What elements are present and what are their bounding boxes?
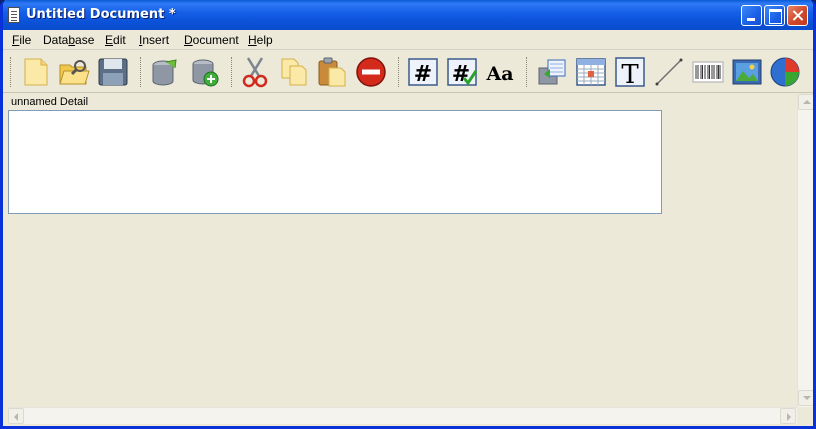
open-folder-icon[interactable] (58, 56, 90, 88)
horizontal-scrollbar[interactable] (8, 407, 797, 424)
image-icon[interactable] (731, 56, 763, 88)
chevron-left-icon (14, 413, 18, 421)
minimize-button[interactable] (741, 5, 762, 26)
menu-database[interactable]: Database (43, 33, 94, 47)
scroll-left-button[interactable] (8, 408, 24, 424)
maximize-button[interactable] (764, 5, 785, 26)
document-icon (8, 7, 20, 23)
line-tool-icon[interactable] (653, 56, 685, 88)
copy-icon[interactable] (278, 56, 310, 88)
svg-text:T: T (621, 60, 639, 88)
menu-insert[interactable]: Insert (139, 33, 169, 47)
text-font-aa-icon[interactable]: Aa (484, 56, 516, 88)
title-bar[interactable]: Untitled Document * (3, 0, 813, 30)
save-disk-icon[interactable] (97, 56, 129, 88)
delete-stop-icon[interactable] (355, 56, 387, 88)
merge-field-icon[interactable] (536, 56, 568, 88)
database-icon[interactable] (148, 56, 180, 88)
toolbar-separator (398, 57, 400, 87)
pie-chart-icon[interactable] (769, 56, 801, 88)
svg-text:Aa: Aa (485, 63, 513, 85)
menu-edit[interactable]: Edit (105, 33, 126, 47)
text-frame-icon[interactable]: T (614, 56, 646, 88)
window-title: Untitled Document * (26, 7, 176, 22)
app-window: Untitled Document * File Database Edit I… (0, 0, 816, 429)
menu-file[interactable]: File (12, 33, 31, 47)
scissors-cut-icon[interactable] (239, 56, 271, 88)
close-button[interactable] (787, 5, 808, 26)
toolbar-separator (231, 57, 233, 87)
scroll-right-button[interactable] (780, 408, 796, 424)
number-field-icon[interactable]: # (407, 56, 439, 88)
paste-clipboard-icon[interactable] (316, 56, 348, 88)
scroll-down-button[interactable] (798, 390, 813, 406)
toolbar-separator (10, 57, 12, 87)
toolbar: # # Aa T (3, 51, 813, 93)
table-grid-icon[interactable] (575, 56, 607, 88)
toolbar-separator (526, 57, 528, 87)
detail-section-label: unnamed Detail (11, 96, 89, 108)
chevron-down-icon (803, 396, 811, 400)
new-document-icon[interactable] (20, 56, 52, 88)
detail-section[interactable] (8, 110, 662, 214)
number-check-icon[interactable]: # (446, 56, 478, 88)
svg-text:#: # (414, 62, 432, 87)
barcode-icon[interactable] (692, 56, 724, 88)
chevron-right-icon (787, 413, 791, 421)
menu-bar: File Database Edit Insert Document Help (3, 30, 813, 50)
menu-help[interactable]: Help (248, 33, 273, 47)
toolbar-separator (140, 57, 142, 87)
vertical-scrollbar[interactable] (797, 94, 813, 407)
menu-document[interactable]: Document (184, 33, 239, 47)
scroll-up-button[interactable] (798, 94, 813, 110)
add-database-icon[interactable] (189, 56, 221, 88)
chevron-up-icon (803, 100, 811, 104)
